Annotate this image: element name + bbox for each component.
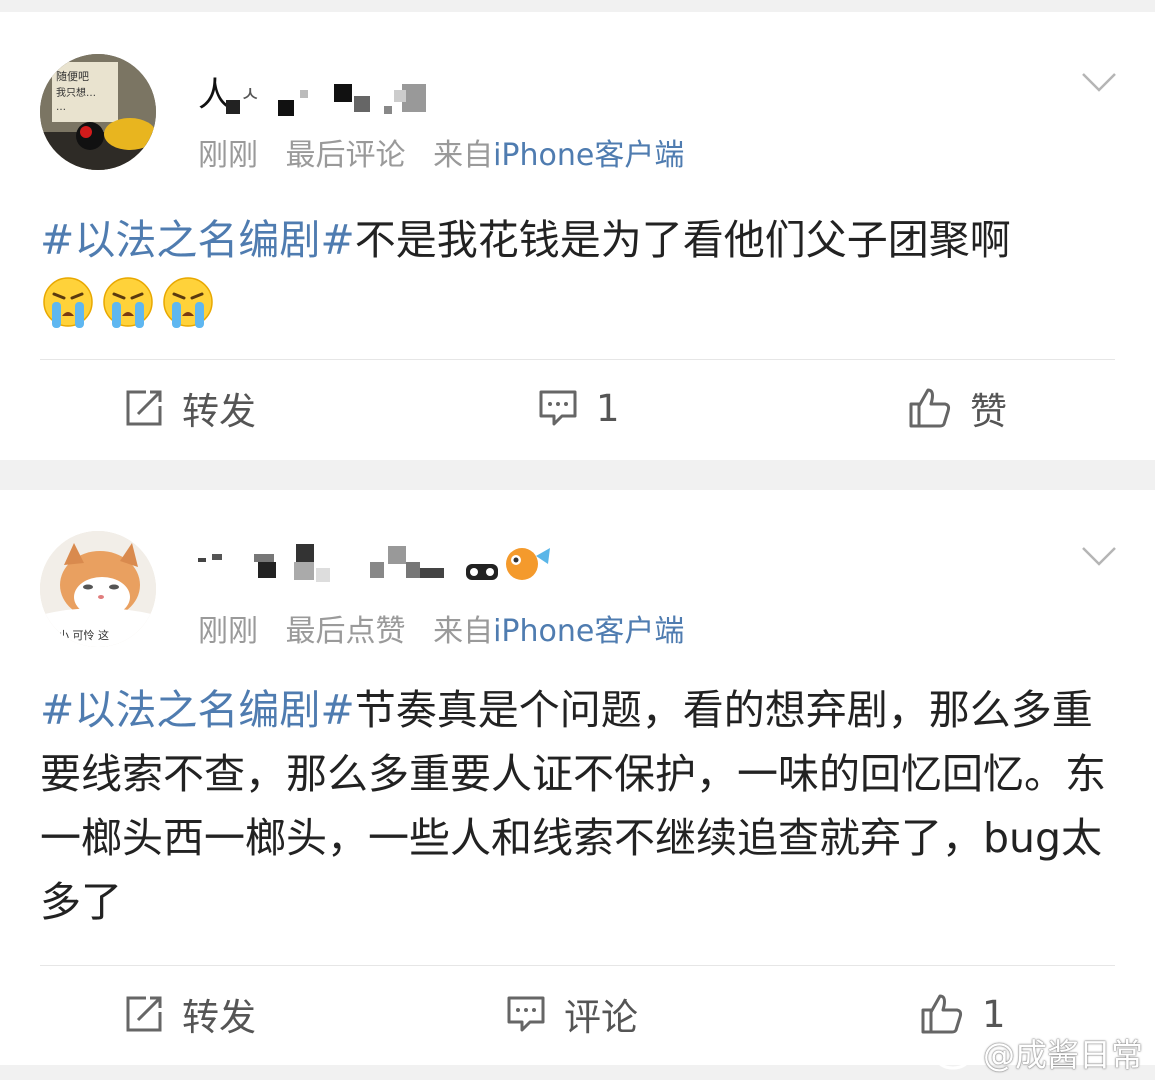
- post-time: 刚刚: [198, 614, 258, 649]
- chevron-down-icon[interactable]: [1081, 70, 1117, 94]
- blurred-username: [198, 536, 558, 595]
- svg-text:随便吧: 随便吧: [56, 69, 89, 83]
- crying-face-emoji: [102, 276, 154, 330]
- post-source-prefix: 来自: [433, 614, 494, 649]
- post-meta: 刚刚 最后点赞 来自iPhone客户端: [198, 606, 684, 650]
- repost-button[interactable]: 转发: [124, 384, 256, 433]
- svg-text:我只想…: 我只想…: [56, 86, 96, 99]
- repost-button[interactable]: 转发: [124, 990, 256, 1039]
- top-gap: [0, 0, 1155, 12]
- comment-button[interactable]: 1: [538, 384, 620, 432]
- comment-icon: [507, 996, 545, 1032]
- comment-label: 评论: [564, 996, 638, 1039]
- post-status: 最后点赞: [285, 614, 406, 649]
- post-status: 最后评论: [285, 138, 406, 173]
- svg-text:…: …: [56, 102, 66, 113]
- post-content: #以法之名编剧#不是我花钱是为了看他们父子团聚啊: [40, 208, 1115, 272]
- weibo-logo-icon: [935, 1038, 977, 1070]
- comment-button[interactable]: 评论: [506, 990, 638, 1039]
- repost-icon: [126, 390, 162, 426]
- divider: [40, 359, 1115, 360]
- watermark: @成酱日常: [935, 1030, 1143, 1076]
- hashtag-link[interactable]: #以法之名编剧#: [40, 216, 355, 264]
- username[interactable]: 人 ㅅ: [198, 70, 428, 116]
- avatar[interactable]: 小 可怜 这: [40, 531, 156, 647]
- username[interactable]: [198, 536, 558, 582]
- post-time: 刚刚: [198, 138, 258, 173]
- repost-icon: [126, 996, 162, 1032]
- blurred-username: 人 ㅅ: [198, 70, 428, 125]
- repost-label: 转发: [182, 996, 256, 1039]
- thumbs-up-icon: [909, 388, 951, 428]
- post-text: 不是我花钱是为了看他们父子团聚啊: [354, 216, 1011, 264]
- chevron-down-icon[interactable]: [1081, 544, 1117, 568]
- post-source-link[interactable]: iPhone客户端: [493, 614, 684, 649]
- hashtag-link[interactable]: #以法之名编剧#: [40, 686, 355, 734]
- post-card[interactable]: 小 可怜 这 刚刚 最后点赞 来自iPhone客户端 #以法之名编剧#节奏真是个…: [0, 490, 1155, 1065]
- repost-label: 转发: [182, 390, 256, 433]
- post-source-prefix: 来自: [433, 138, 494, 173]
- svg-text:ㅅ: ㅅ: [240, 83, 264, 108]
- avatar[interactable]: 随便吧 我只想… …: [40, 54, 156, 170]
- post-content: #以法之名编剧#节奏真是个问题，看的想弃剧，那么多重要线索不查，那么多重要人证不…: [40, 678, 1115, 934]
- crying-face-emoji: [162, 276, 214, 330]
- like-label: 赞: [970, 390, 1007, 433]
- divider: [40, 965, 1115, 966]
- crying-face-emoji: [42, 276, 94, 330]
- post-meta: 刚刚 最后评论 来自iPhone客户端: [198, 130, 684, 174]
- action-bar: 转发 1 赞: [0, 362, 1155, 452]
- comment-icon: [539, 390, 577, 426]
- svg-text:小 可怜 这: 小 可怜 这: [58, 628, 109, 642]
- watermark-text: @成酱日常: [982, 1036, 1143, 1074]
- post-card[interactable]: 随便吧 我只想… … 人 ㅅ 刚刚 最后评论 来自iPhone客户端 #以法之名…: [0, 12, 1155, 460]
- comment-count: 1: [596, 386, 620, 430]
- like-button[interactable]: 赞: [908, 384, 1007, 433]
- post-source-link[interactable]: iPhone客户端: [493, 138, 684, 173]
- emoji-row: [42, 276, 222, 332]
